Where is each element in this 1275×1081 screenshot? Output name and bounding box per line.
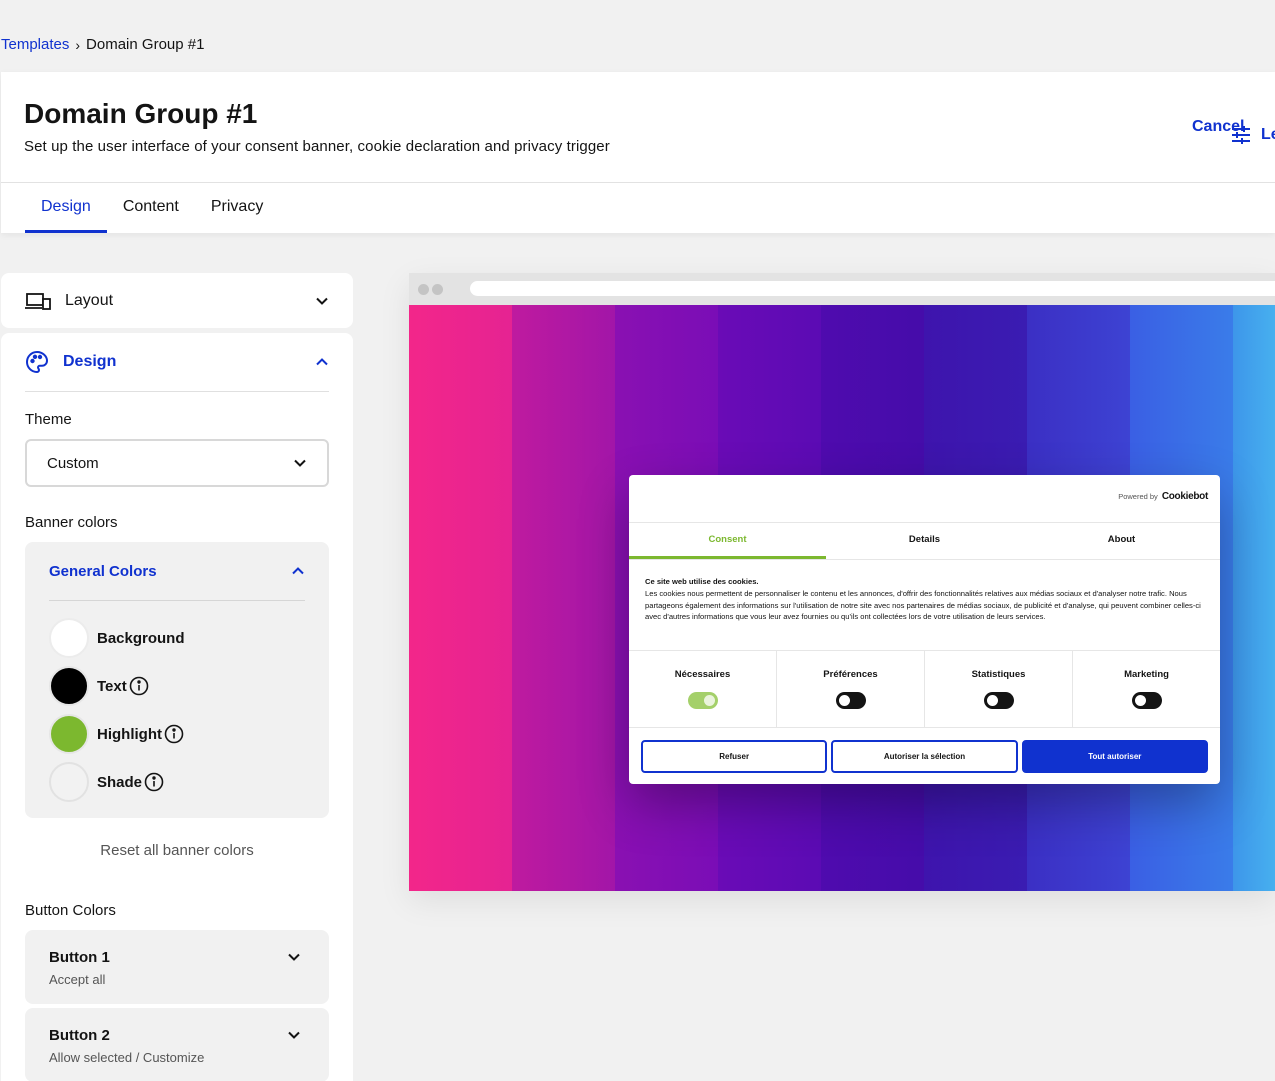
banner-body: Les cookies nous permettent de personnal…	[645, 588, 1201, 622]
info-icon[interactable]	[164, 724, 184, 744]
consent-categories: Nécessaires Préférences Statistiques Mar…	[629, 650, 1220, 728]
statistics-toggle[interactable]	[983, 692, 1014, 709]
sliders-icon	[1232, 126, 1250, 144]
background-label: Background	[97, 629, 185, 647]
color-row-highlight[interactable]: Highlight	[49, 714, 184, 754]
category-label: Préférences	[823, 669, 878, 680]
banner-tab-about[interactable]: About	[1023, 523, 1220, 559]
category-label: Marketing	[1124, 669, 1169, 680]
category-label: Statistiques	[971, 669, 1026, 680]
color-row-background[interactable]: Background	[49, 618, 185, 658]
browser-toolbar	[409, 273, 1275, 305]
category-marketing: Marketing	[1073, 651, 1220, 727]
background-swatch[interactable]	[49, 618, 89, 658]
tab-design[interactable]: Design	[25, 183, 107, 233]
button-2-title: Button 2	[49, 1027, 110, 1044]
text-label: Text	[97, 677, 127, 695]
preferences-toggle[interactable]	[835, 692, 866, 709]
button-1-subtitle: Accept all	[49, 972, 106, 987]
category-statistics: Statistiques	[925, 651, 1073, 727]
tab-content[interactable]: Content	[107, 183, 195, 233]
chevron-down-icon	[316, 297, 328, 305]
cookiebot-logo: Cookiebot	[1161, 491, 1208, 502]
banner-tabs: Consent Details About	[629, 522, 1220, 560]
window-dot	[418, 284, 429, 295]
button-colors-title: Button Colors	[25, 902, 116, 919]
button-1-title: Button 1	[49, 949, 110, 966]
info-icon[interactable]	[129, 676, 149, 696]
breadcrumb-current: Domain Group #1	[86, 36, 205, 53]
button-1-panel[interactable]: Button 1 Accept all	[25, 930, 329, 1004]
design-panel: Design Theme Custom Banner colors Genera…	[1, 333, 353, 1081]
reset-banner-colors-button[interactable]: Reset all banner colors	[25, 842, 329, 859]
banner-buttons: Refuser Autoriser la sélection Tout auto…	[641, 740, 1208, 773]
button-2-panel[interactable]: Button 2 Allow selected / Customize	[25, 1008, 329, 1081]
page-title: Domain Group #1	[24, 98, 258, 129]
theme-select[interactable]: Custom	[25, 439, 329, 487]
banner-tab-details[interactable]: Details	[826, 523, 1023, 559]
settings-toggle-button[interactable]: Le	[1231, 125, 1275, 145]
theme-select-value: Custom	[47, 454, 99, 472]
design-accordion-header[interactable]: Design	[25, 333, 329, 392]
background-stripe	[512, 305, 615, 891]
tab-privacy[interactable]: Privacy	[195, 183, 279, 233]
powered-by-label: Powered by	[1118, 492, 1158, 501]
chevron-up-icon	[316, 358, 328, 366]
info-icon[interactable]	[144, 772, 164, 792]
page-header: Domain Group #1 Set up the user interfac…	[1, 72, 1275, 233]
tab-bar: Design Content Privacy	[25, 183, 279, 233]
banner-heading: Ce site web utilise des cookies.	[645, 577, 759, 586]
allow-all-button[interactable]: Tout autoriser	[1021, 740, 1208, 773]
address-bar	[470, 281, 1275, 296]
theme-title: Theme	[25, 411, 72, 428]
banner-text: Ce site web utilise des cookies. Les coo…	[645, 576, 1204, 623]
button-2-subtitle: Allow selected / Customize	[49, 1050, 205, 1065]
layout-accordion-header[interactable]: Layout	[25, 273, 329, 328]
general-colors-label: General Colors	[49, 562, 157, 580]
preview-browser: Powered by Cookiebot Consent Details Abo…	[409, 273, 1275, 891]
general-colors-panel: General Colors Background Text Highlight…	[25, 542, 329, 818]
design-label: Design	[63, 353, 117, 370]
shade-label: Shade	[97, 773, 143, 791]
highlight-swatch[interactable]	[49, 714, 89, 754]
highlight-label: Highlight	[97, 725, 162, 743]
chevron-down-icon	[288, 953, 300, 961]
background-stripe	[1233, 305, 1275, 891]
chevron-up-icon	[292, 567, 304, 575]
window-dot	[432, 284, 443, 295]
refuse-button[interactable]: Refuser	[641, 740, 828, 773]
marketing-toggle[interactable]	[1131, 692, 1162, 709]
devices-icon	[25, 292, 51, 310]
color-row-text[interactable]: Text	[49, 666, 149, 706]
color-row-shade[interactable]: Shade	[49, 762, 164, 802]
page-subtitle: Set up the user interface of your consen…	[24, 138, 610, 155]
powered-by: Powered by Cookiebot	[1118, 491, 1208, 502]
chevron-down-icon	[294, 459, 306, 467]
preview-canvas: Powered by Cookiebot Consent Details Abo…	[409, 305, 1275, 891]
banner-colors-title: Banner colors	[25, 514, 118, 531]
necessary-toggle[interactable]	[687, 692, 718, 709]
layout-label: Layout	[65, 291, 114, 309]
palette-icon	[26, 350, 49, 374]
chevron-down-icon	[288, 1031, 300, 1039]
general-colors-header[interactable]: General Colors	[49, 542, 305, 601]
category-preferences: Préférences	[777, 651, 925, 727]
breadcrumb-templates-link[interactable]: Templates	[1, 36, 69, 53]
shade-swatch[interactable]	[49, 762, 89, 802]
category-necessary: Nécessaires	[629, 651, 777, 727]
settings-toggle-label: Le	[1261, 126, 1275, 143]
layout-panel: Layout	[1, 273, 353, 328]
background-stripe	[409, 305, 512, 891]
breadcrumb-separator: ›	[75, 36, 81, 53]
allow-selection-button[interactable]: Autoriser la sélection	[831, 740, 1018, 773]
text-swatch[interactable]	[49, 666, 89, 706]
consent-banner: Powered by Cookiebot Consent Details Abo…	[629, 475, 1220, 784]
banner-tab-consent[interactable]: Consent	[629, 523, 826, 559]
breadcrumb: Templates › Domain Group #1	[1, 36, 204, 53]
category-label: Nécessaires	[674, 669, 731, 680]
